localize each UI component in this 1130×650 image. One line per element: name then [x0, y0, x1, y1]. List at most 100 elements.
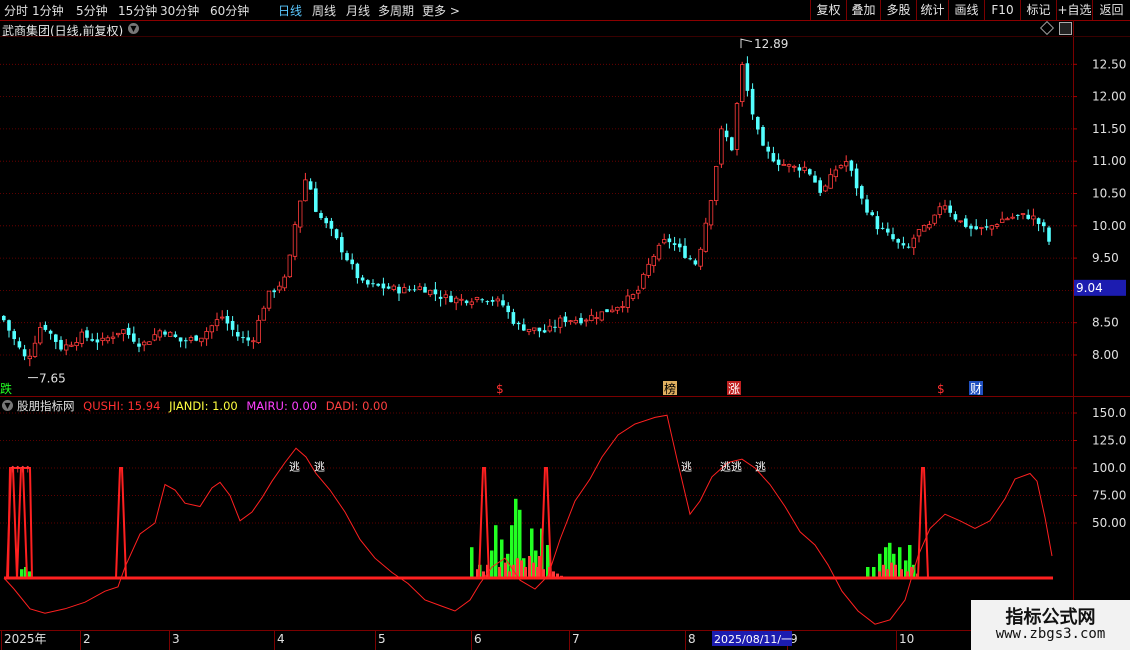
date-cursor-label: 2025/08/11/一: [714, 633, 792, 646]
candle: [974, 219, 978, 231]
candle: [506, 302, 510, 319]
candle: [563, 312, 568, 327]
candle: [90, 333, 94, 342]
candle: [433, 281, 438, 302]
date-label-3: 4: [277, 632, 285, 646]
candle: [1026, 209, 1030, 220]
indicator-axis-label-0: 150.0: [1092, 406, 1126, 420]
low-label: 7.65: [39, 372, 66, 386]
candles: [2, 56, 1051, 367]
red-bar: [520, 560, 523, 578]
candle: [266, 290, 272, 312]
candle: [427, 289, 433, 298]
candle: [854, 163, 859, 196]
candle: [766, 141, 770, 159]
candle: [605, 309, 609, 313]
candle: [958, 220, 963, 224]
candle: [121, 329, 126, 342]
price-label-1: 12.00: [1092, 90, 1126, 104]
candle: [79, 328, 84, 348]
candle: [287, 254, 292, 278]
candle: [407, 285, 412, 292]
candle: [236, 324, 240, 341]
candle: [85, 326, 89, 342]
candle: [568, 319, 573, 325]
chevron-down-icon[interactable]: ▼: [2, 400, 13, 411]
green-bar: [490, 550, 494, 578]
candle: [199, 337, 204, 347]
price-label-4: 10.50: [1092, 187, 1126, 201]
red-bar: [524, 567, 527, 578]
candle: [32, 335, 38, 358]
candle: [126, 323, 131, 339]
candle: [69, 341, 74, 348]
candle: [745, 56, 750, 97]
candle: [906, 243, 911, 249]
candle: [459, 294, 464, 306]
escape-label-0: 逃: [289, 460, 300, 473]
candle: [808, 168, 812, 176]
candle: [860, 184, 864, 205]
candle: [886, 222, 890, 236]
candle: [953, 211, 958, 222]
candle: [340, 232, 344, 260]
candle: [719, 125, 724, 168]
jiandi-label: JIANDI: 1.00: [169, 399, 238, 413]
date-label-7: 8: [688, 632, 696, 646]
candle: [376, 283, 380, 287]
price-label-0: 12.50: [1092, 57, 1126, 71]
candle: [397, 284, 401, 302]
candle: [662, 233, 667, 245]
candle: [48, 329, 53, 340]
candle: [526, 328, 532, 336]
current-price-label: 9.04: [1076, 281, 1103, 295]
red-bar: [894, 564, 897, 578]
price-label-8: 8.50: [1092, 316, 1119, 330]
candle: [708, 199, 714, 230]
candle: [1000, 211, 1005, 223]
candle: [219, 310, 225, 321]
escape-label-1: 逃: [314, 460, 325, 473]
date-label-0: 2025年: [4, 632, 47, 646]
red-bar: [882, 564, 885, 578]
candle: [547, 318, 552, 333]
event-marker-4: 财: [970, 382, 982, 396]
candle: [319, 210, 323, 220]
mairu-label: MAIRU: 0.00: [246, 399, 318, 413]
green-bar: [872, 567, 876, 578]
candle: [698, 247, 703, 270]
candle: [942, 199, 948, 213]
high-label: 12.89: [754, 37, 788, 51]
event-marker-3: $: [937, 382, 945, 396]
candle: [683, 238, 687, 259]
red-bar: [528, 556, 531, 578]
candle: [225, 309, 230, 331]
green-bar: [470, 547, 474, 578]
candle: [495, 296, 500, 307]
candle: [188, 335, 194, 344]
candle: [688, 255, 692, 261]
buy-mark-3: ↑: [24, 465, 32, 475]
red-bar: [532, 562, 535, 578]
red-bar: [890, 562, 893, 578]
candle: [474, 296, 480, 303]
candle: [833, 165, 838, 182]
indicator-axis-label-3: 75.00: [1092, 489, 1126, 503]
candle: [989, 224, 994, 236]
candle: [573, 316, 578, 325]
candle: [1031, 208, 1036, 226]
stock-chart[interactable]: 12.5012.0011.5011.0010.5010.009.509.008.…: [0, 0, 1130, 650]
candle: [838, 164, 844, 170]
candle: [386, 283, 391, 290]
candle: [74, 337, 79, 351]
candle: [27, 348, 32, 367]
candle: [105, 335, 110, 344]
candle: [630, 293, 636, 301]
candle: [818, 177, 822, 196]
candle: [204, 327, 209, 346]
candle: [979, 226, 984, 236]
candle: [911, 234, 916, 255]
candle: [870, 209, 874, 217]
candle: [916, 229, 922, 243]
candle: [756, 116, 760, 135]
